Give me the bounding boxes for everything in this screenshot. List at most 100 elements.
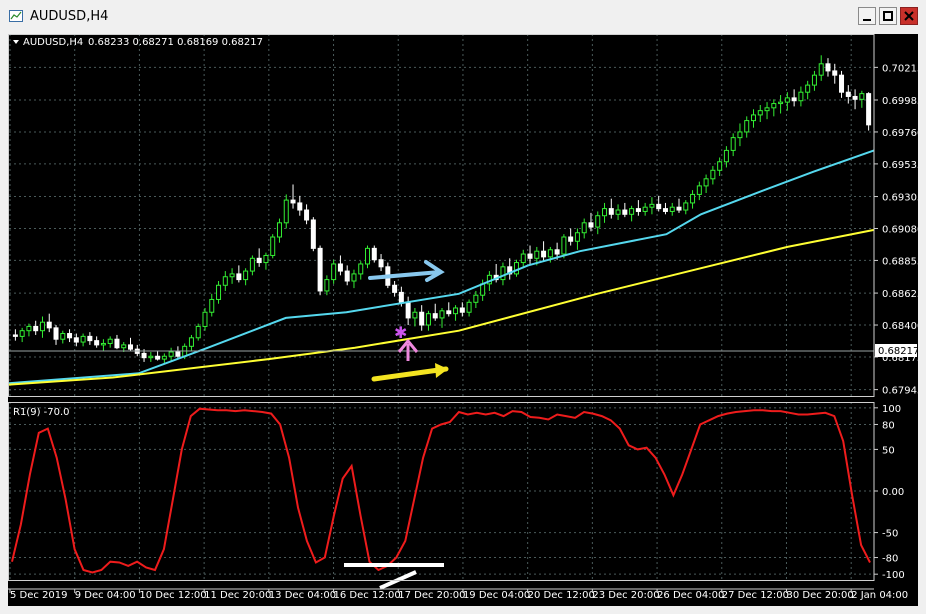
candle-bull — [730, 137, 736, 151]
candle-bull — [547, 249, 553, 258]
candle-bear — [392, 284, 398, 293]
candle-bear — [832, 70, 838, 76]
candle-bear — [446, 310, 452, 315]
candle-bear — [297, 202, 303, 211]
candle-bull — [148, 355, 154, 359]
candle-bull — [595, 215, 601, 228]
candle-bull — [798, 91, 804, 102]
candle-bear — [568, 236, 574, 242]
candle-bear — [141, 352, 147, 359]
candle-bull — [249, 257, 255, 272]
time-tick-label: 20 Dec 12:00 — [528, 590, 595, 601]
candle-bear — [419, 311, 425, 326]
candle-bear — [398, 291, 404, 303]
price-tick-label: 0.68855 — [882, 256, 918, 267]
candle-bear — [608, 208, 614, 215]
candle-bear — [12, 334, 18, 337]
chart-area[interactable]: ✱ 0.70215 0.69985 0.69760 0.69535 0.69305 0.6… — [8, 34, 918, 606]
time-tick-label: 19 Dec 04:00 — [463, 590, 530, 601]
price-tick-label: 0.68400 — [882, 321, 918, 332]
candles-layer — [12, 55, 872, 364]
minimize-button[interactable] — [858, 7, 876, 25]
osc-tick-label: -80 — [882, 554, 898, 565]
candle-bear — [114, 338, 120, 349]
time-tick-label: 10 Dec 12:00 — [139, 590, 206, 601]
candle-bull — [107, 338, 113, 344]
close-button[interactable] — [900, 7, 918, 25]
candle-bear — [839, 74, 845, 93]
moving-average-fast — [8, 149, 875, 385]
osc-tick-label: -50 — [882, 529, 898, 540]
candle-bear — [317, 247, 323, 292]
candle-bull — [270, 236, 276, 256]
candle-bull — [19, 330, 25, 337]
candle-bull — [629, 208, 635, 215]
candle-bull — [710, 169, 716, 180]
candle-bull — [202, 311, 208, 327]
candle-bear — [290, 199, 296, 204]
candle-bear — [656, 203, 662, 210]
candle-bull — [859, 93, 865, 100]
candle-bull — [757, 110, 763, 116]
candle-bull — [439, 310, 445, 319]
osc-tick-label: 100 — [882, 404, 901, 415]
candle-bear — [588, 222, 594, 228]
window-title: AUDUSD,H4 — [30, 9, 109, 24]
yellow-arrow-shaft — [371, 366, 449, 382]
candle-bull — [229, 273, 235, 278]
candle-bull — [818, 63, 824, 76]
candle-bull — [222, 276, 228, 286]
candle-bear — [175, 351, 181, 357]
candle-bull — [331, 263, 337, 281]
price-tick-label: 0.68625 — [882, 289, 918, 300]
candle-bull — [365, 247, 371, 265]
chart-svg[interactable]: ✱ 0.70215 0.69985 0.69760 0.69535 0.69305 0.6… — [8, 34, 918, 606]
time-tick-label: 23 Dec 20:00 — [592, 590, 659, 601]
candle-bull — [26, 325, 32, 332]
candle-bear — [46, 321, 52, 329]
oscillator-header-label: R1(9) -70.0 — [13, 407, 70, 418]
candle-bear — [676, 206, 682, 211]
time-tick-label: 9 Dec 04:00 — [75, 590, 136, 601]
candle-bull — [805, 84, 811, 93]
candle-bear — [662, 208, 668, 212]
candle-bull — [453, 307, 459, 315]
candle-bear — [852, 95, 858, 100]
candle-bull — [744, 120, 750, 133]
candle-bull — [473, 294, 479, 303]
osc-tick-label: -100 — [882, 570, 905, 581]
osc-tick-label: 80 — [882, 420, 895, 431]
price-tick-label: 0.69985 — [882, 96, 918, 107]
candle-bear — [73, 337, 79, 343]
candle-bull — [574, 232, 580, 242]
candle-bull — [209, 298, 215, 313]
candle-bear — [378, 259, 384, 268]
candle-bull — [425, 313, 431, 326]
candle-bear — [304, 209, 310, 221]
candle-bull — [723, 149, 729, 163]
price-tick-label: 0.69080 — [882, 224, 918, 235]
candle-bull — [764, 107, 770, 112]
candle-bear — [541, 250, 547, 258]
candle-bull — [683, 202, 689, 211]
time-tick-label: 16 Dec 12:00 — [334, 590, 401, 601]
candle-bear — [405, 301, 411, 319]
maximize-button[interactable] — [879, 7, 897, 25]
price-tick-label: 0.69535 — [882, 160, 918, 171]
current-price-label: 0.68217 — [878, 346, 918, 357]
time-tick-label: 17 Dec 20:00 — [398, 590, 465, 601]
candle-bull — [784, 97, 790, 103]
candle-bull — [602, 208, 608, 217]
candle-bear — [791, 97, 797, 102]
moving-average-slow — [8, 228, 875, 386]
candle-bear — [337, 263, 343, 272]
candle-bear — [33, 325, 39, 332]
candle-bear — [371, 247, 377, 261]
candle-bull — [100, 342, 106, 346]
candle-bull — [358, 263, 364, 275]
candle-bear — [432, 313, 438, 319]
window-titlebar[interactable]: AUDUSD,H4 — [0, 0, 926, 34]
close-icon — [904, 11, 914, 21]
annotations-layer: ✱ — [368, 260, 449, 382]
time-tick-label: 11 Dec 20:00 — [204, 590, 271, 601]
